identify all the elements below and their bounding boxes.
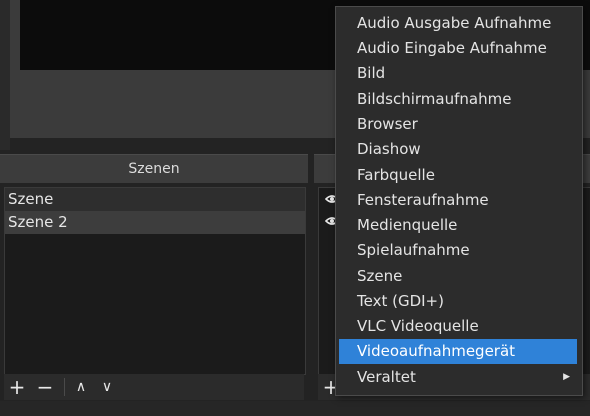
menu-item-audio-ausgabe-aufnahme[interactable]: Audio Ausgabe Aufnahme [336,11,582,36]
menu-item-audio-eingabe-aufnahme[interactable]: Audio Eingabe Aufnahme [336,36,582,61]
menu-item-veraltet-label: Veraltet [357,368,416,386]
submenu-arrow-icon: ▶ [563,372,570,382]
menu-item-vlc-videoquelle[interactable]: VLC Videoquelle [336,314,582,339]
menu-item-farbquelle[interactable]: Farbquelle [336,163,582,188]
menu-item-bild[interactable]: Bild [336,61,582,86]
remove-scene-button[interactable]: − [34,374,56,400]
move-scene-up-button[interactable]: ∧ [70,374,92,400]
obs-window: Szenen Szene Szene 2 + − ∧ ∨ + Audio Aus… [0,0,590,416]
toolbar-separator [64,378,65,396]
menu-item-spielaufnahme[interactable]: Spielaufnahme [336,238,582,263]
scene-item-szene[interactable]: Szene [5,188,305,211]
menu-item-browser[interactable]: Browser [336,112,582,137]
add-scene-button[interactable]: + [6,374,28,400]
scenes-dock-title: Szenen [0,154,308,183]
menu-item-medienquelle[interactable]: Medienquelle [336,213,582,238]
scenes-list[interactable]: Szene Szene 2 [4,187,306,375]
menu-item-szene[interactable]: Szene [336,264,582,289]
menu-item-videoaufnahmegeraet[interactable]: Videoaufnahmegerät [339,339,577,364]
left-edge [0,0,10,150]
scenes-toolbar: + − ∧ ∨ [4,374,304,400]
menu-item-bildschirmaufnahme[interactable]: Bildschirmaufnahme [336,87,582,112]
add-source-menu: Audio Ausgabe Aufnahme Audio Eingabe Auf… [335,6,583,396]
menu-item-text-gdi[interactable]: Text (GDI+) [336,289,582,314]
bottom-bar [0,401,590,416]
menu-item-diashow[interactable]: Diashow [336,137,582,162]
menu-item-veraltet[interactable]: Veraltet ▶ [336,365,582,390]
scene-item-szene-2[interactable]: Szene 2 [5,211,305,234]
menu-item-fensteraufnahme[interactable]: Fensteraufnahme [336,188,582,213]
move-scene-down-button[interactable]: ∨ [96,374,118,400]
